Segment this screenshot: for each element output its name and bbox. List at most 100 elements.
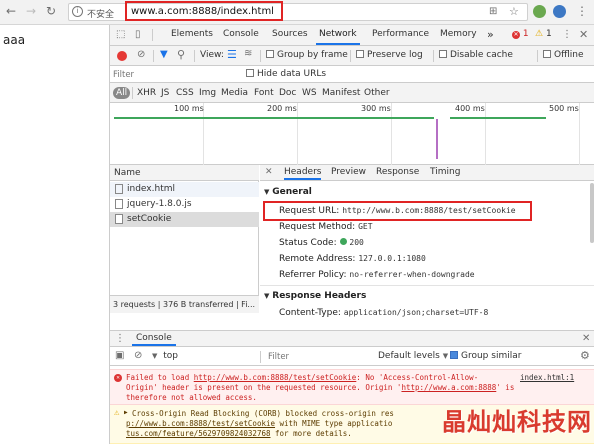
- error-source-link[interactable]: index.html:1: [520, 373, 574, 382]
- type-filter-js[interactable]: JS: [161, 88, 169, 98]
- type-filter-ws[interactable]: WS: [302, 88, 317, 98]
- type-filter-manifest[interactable]: Manifest: [322, 88, 360, 98]
- warning-text: with MIME type applicatio: [275, 419, 393, 428]
- tab-memory[interactable]: Memory: [440, 25, 477, 45]
- response-headers-section-header[interactable]: ▼ Response Headers: [264, 291, 366, 301]
- referrer-policy-row: Referrer Policy: no-referrer-when-downgr…: [279, 270, 475, 280]
- view-label: View:: [200, 50, 224, 60]
- chromestatus-link[interactable]: tus.com/feature/5629709824032768: [126, 429, 271, 438]
- inspect-icon[interactable]: ⬚: [116, 29, 125, 40]
- url-highlight-box: [125, 1, 283, 21]
- browser-toolbar: ← → ↻ i 不安全 www.a.com:8888/index.html ⊞ …: [0, 0, 594, 25]
- tick-gridline: [485, 103, 486, 165]
- details-tabbar: ✕ Headers Preview Response Timing: [260, 165, 594, 181]
- type-filter-all[interactable]: All: [113, 87, 131, 99]
- context-value: top: [163, 351, 179, 361]
- tab-timing[interactable]: Timing: [430, 167, 460, 177]
- log-levels-value: Default levels: [378, 351, 440, 361]
- menu-icon[interactable]: ⋮: [576, 4, 588, 18]
- dropdown-arrow-icon: ▼: [442, 352, 449, 360]
- close-drawer-icon[interactable]: ✕: [582, 333, 590, 344]
- filter-input[interactable]: [113, 68, 241, 81]
- name-column-header[interactable]: Name: [114, 168, 141, 178]
- disable-cache-checkbox[interactable]: Disable cache: [439, 50, 513, 60]
- tab-headers[interactable]: Headers: [284, 167, 322, 180]
- status-code-row: Status Code: 200: [279, 238, 364, 248]
- type-filter-other[interactable]: Other: [364, 88, 390, 98]
- tab-preview[interactable]: Preview: [331, 167, 366, 177]
- warning-text: for more details.: [270, 429, 352, 438]
- hide-data-urls-checkbox[interactable]: Hide data URLs: [246, 69, 326, 79]
- origin-link[interactable]: http://www.a.com:8888: [401, 383, 496, 392]
- request-method-row: Request Method: GET: [279, 222, 373, 232]
- request-url-highlight-box: [263, 201, 532, 221]
- tab-console-drawer[interactable]: Console: [132, 333, 176, 346]
- clear-console-icon[interactable]: ⊘: [134, 350, 142, 361]
- tab-network[interactable]: Network: [316, 25, 360, 45]
- context-selector[interactable]: ▼ top: [152, 351, 178, 361]
- group-by-frame-checkbox[interactable]: Group by frame: [266, 50, 348, 60]
- log-levels-dropdown[interactable]: Default levels ▼: [378, 351, 448, 361]
- tab-elements[interactable]: Elements: [171, 25, 213, 45]
- type-filter-css[interactable]: CSS: [176, 88, 194, 98]
- preserve-log-checkbox[interactable]: Preserve log: [356, 50, 423, 60]
- type-filter-font[interactable]: Font: [254, 88, 274, 98]
- star-icon[interactable]: ☆: [509, 5, 519, 18]
- group-similar-checkbox[interactable]: Group similar: [450, 351, 521, 361]
- devtools-menu-icon[interactable]: ⋮: [562, 29, 572, 40]
- more-tabs-button[interactable]: »: [487, 25, 494, 45]
- error-url-link[interactable]: http://www.b.com:8888/test/setCookie: [194, 373, 357, 382]
- console-drawer-tabbar: ⋮ Console ✕: [110, 330, 594, 347]
- close-details-icon[interactable]: ✕: [265, 167, 273, 177]
- device-icon[interactable]: ▯: [135, 29, 141, 40]
- type-filter-img[interactable]: Img: [199, 88, 216, 98]
- extension-icon[interactable]: [533, 5, 546, 18]
- general-section-header[interactable]: ▼ General: [264, 187, 312, 197]
- content-type-value: application/json;charset=UTF-8: [343, 308, 489, 317]
- document-icon: [115, 184, 123, 194]
- request-bar: [450, 117, 546, 119]
- reload-icon[interactable]: ↻: [46, 4, 56, 18]
- tab-sources[interactable]: Sources: [272, 25, 308, 45]
- offline-checkbox[interactable]: Offline: [543, 50, 584, 60]
- warning-url-link[interactable]: p://www.b.com:8888/test/setCookie: [126, 419, 275, 428]
- expand-arrow-icon[interactable]: ▶: [124, 409, 128, 416]
- clear-icon[interactable]: ⊘: [137, 49, 145, 60]
- tab-console[interactable]: Console: [223, 25, 259, 45]
- request-row-selected[interactable]: setCookie: [110, 212, 259, 227]
- console-toolbar: ▣ ⊘ ▼ top Default levels ▼ Group similar…: [110, 347, 594, 366]
- info-icon[interactable]: i: [72, 6, 83, 17]
- warning-counter[interactable]: ⚠ 1: [535, 29, 552, 39]
- list-view-icon[interactable]: ☰: [227, 48, 237, 61]
- referrer-policy-value: no-referrer-when-downgrade: [349, 270, 475, 279]
- waterfall-view-icon[interactable]: ≋: [244, 48, 252, 59]
- back-icon[interactable]: ←: [6, 4, 16, 18]
- error-line-3: therefore not allowed access.: [126, 393, 257, 402]
- record-icon[interactable]: [117, 51, 127, 61]
- sidebar-toggle-icon[interactable]: ▣: [115, 350, 124, 361]
- filter-icon[interactable]: ▼: [160, 49, 168, 60]
- error-counter[interactable]: ✕ 1: [512, 29, 529, 39]
- close-devtools-icon[interactable]: ✕: [579, 28, 588, 41]
- request-row[interactable]: index.html: [110, 182, 259, 197]
- tab-response[interactable]: Response: [376, 167, 419, 177]
- error-text: : No 'Access-Control-Allow-: [356, 373, 479, 382]
- scrollbar[interactable]: [590, 183, 594, 243]
- timeline-overview[interactable]: 100 ms 200 ms 300 ms 400 ms 500 ms: [110, 103, 594, 165]
- type-filter-xhr[interactable]: XHR: [137, 88, 156, 98]
- console-settings-icon[interactable]: ⚙: [580, 349, 590, 362]
- error-icon: ✕: [114, 374, 122, 382]
- request-row[interactable]: jquery-1.8.0.js: [110, 197, 259, 212]
- remote-address-row: Remote Address: 127.0.0.1:1080: [279, 254, 426, 264]
- type-filter-doc[interactable]: Doc: [279, 88, 296, 98]
- drawer-menu-icon[interactable]: ⋮: [115, 333, 125, 344]
- translate-icon[interactable]: ⊞: [489, 6, 497, 17]
- error-text: Failed to load: [126, 373, 194, 382]
- tab-performance[interactable]: Performance: [372, 25, 429, 45]
- type-filter-media[interactable]: Media: [221, 88, 248, 98]
- search-icon[interactable]: ⚲: [177, 48, 185, 61]
- console-filter-input[interactable]: [268, 350, 368, 363]
- forward-icon[interactable]: →: [26, 4, 36, 18]
- profile-icon[interactable]: [553, 5, 566, 18]
- request-name: setCookie: [127, 214, 172, 224]
